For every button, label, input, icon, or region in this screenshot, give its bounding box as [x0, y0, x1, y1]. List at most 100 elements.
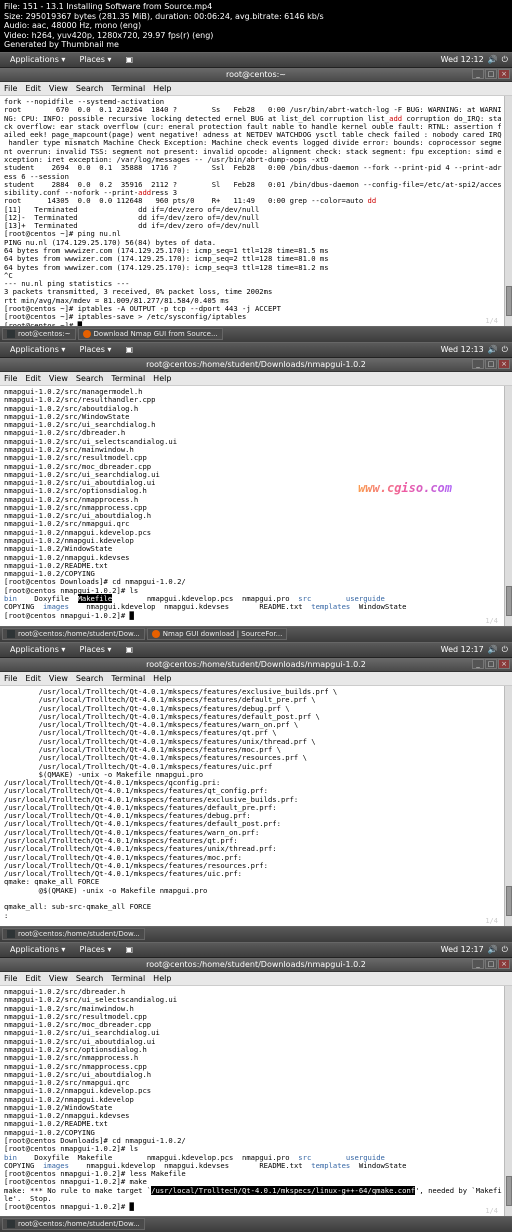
menu-terminal[interactable]: Terminal — [111, 374, 145, 383]
terminal-launcher[interactable]: ▣ — [119, 54, 141, 66]
titlebar-2[interactable]: root@centos:/home/student/Downloads/nmap… — [0, 358, 512, 372]
menu-terminal[interactable]: Terminal — [111, 974, 145, 983]
places-menu-4[interactable]: Places ▾ — [73, 944, 117, 955]
workspace-indicator-4: 1/4 — [485, 1207, 502, 1215]
menu-search[interactable]: Search — [76, 674, 103, 683]
scrollbar-2[interactable] — [504, 386, 512, 626]
titlebar-3[interactable]: root@centos:/home/student/Downloads/nmap… — [0, 658, 512, 672]
terminal-4[interactable]: nmapgui-1.0.2/src/dbreader.h nmapgui-1.0… — [0, 986, 512, 1216]
close-button[interactable]: × — [498, 359, 510, 369]
menu-view[interactable]: View — [49, 84, 68, 93]
vh-audio-lbl: Audio: — [4, 21, 29, 30]
menu-edit[interactable]: Edit — [25, 374, 41, 383]
apps-menu-3[interactable]: Applications ▾ — [4, 644, 71, 655]
terminal-icon — [7, 330, 15, 338]
power-icon[interactable]: ⏻ — [502, 55, 508, 65]
scrollbar-1[interactable] — [504, 96, 512, 326]
places-menu[interactable]: Places ▾ — [73, 54, 117, 66]
t2-output: nmapgui-1.0.2/src/managermodel.h nmapgui… — [4, 387, 186, 595]
terminal-1[interactable]: fork --nopidfile --systemd-activation ro… — [0, 96, 512, 326]
maximize-button[interactable]: □ — [485, 69, 497, 79]
terminal-3[interactable]: /usr/local/Trolltech/Qt-4.0.1/mkspecs/fe… — [0, 686, 512, 926]
menu-terminal[interactable]: Terminal — [111, 84, 145, 93]
firefox-icon — [83, 330, 91, 338]
maximize-button[interactable]: □ — [485, 959, 497, 969]
menu-help[interactable]: Help — [153, 674, 171, 683]
scrollbar-3[interactable] — [504, 686, 512, 926]
clock-2[interactable]: Wed 12:13 — [441, 345, 484, 354]
menu-terminal[interactable]: Terminal — [111, 674, 145, 683]
t2-prompt: [root@centos nmapgui-1.0.2]# █ — [4, 611, 134, 620]
top-panel-2: Applications ▾ Places ▾ ▣ Wed 12:13 🔊 ⏻ — [0, 342, 512, 358]
close-button[interactable]: × — [498, 959, 510, 969]
minimize-button[interactable]: _ — [472, 659, 484, 669]
menu-help[interactable]: Help — [153, 374, 171, 383]
task-terminal-4[interactable]: root@centos:/home/student/Dow... — [2, 1218, 145, 1230]
close-button[interactable]: × — [498, 659, 510, 669]
terminal-launcher-4[interactable]: ▣ — [119, 944, 139, 955]
minimize-button[interactable]: _ — [472, 959, 484, 969]
task-terminal-2[interactable]: root@centos:/home/student/Dow... — [2, 628, 145, 640]
menu-file[interactable]: File — [4, 974, 17, 983]
vh-gen: Generated by Thumbnail me — [4, 40, 508, 50]
terminal-icon — [7, 630, 15, 638]
menu-edit[interactable]: Edit — [25, 974, 41, 983]
task-terminal-3[interactable]: root@centos:/home/student/Dow... — [2, 928, 145, 940]
menu-view[interactable]: View — [49, 374, 68, 383]
scrollbar-4[interactable] — [504, 986, 512, 1216]
menu-file[interactable]: File — [4, 674, 17, 683]
places-menu-2[interactable]: Places ▾ — [73, 344, 117, 355]
menu-view[interactable]: View — [49, 974, 68, 983]
apps-menu-2[interactable]: Applications ▾ — [4, 344, 71, 355]
menu-search[interactable]: Search — [76, 84, 103, 93]
apps-menu-4[interactable]: Applications ▾ — [4, 944, 71, 955]
ls-templates: templates — [311, 602, 350, 611]
terminal-icon — [7, 930, 15, 938]
workspace-indicator-3: 1/4 — [485, 917, 502, 925]
maximize-button[interactable]: □ — [485, 359, 497, 369]
clock-1[interactable]: Wed 12:12 — [441, 55, 484, 64]
minimize-button[interactable]: _ — [472, 359, 484, 369]
volume-icon[interactable]: 🔊 — [488, 345, 498, 354]
minimize-button[interactable]: _ — [472, 69, 484, 79]
clock-3[interactable]: Wed 12:17 — [441, 645, 484, 654]
title-text-1: root@centos:~ — [226, 70, 286, 79]
taskbar-1: root@centos:~ Download Nmap GUI from Sou… — [0, 326, 512, 342]
menu-view[interactable]: View — [49, 674, 68, 683]
volume-icon[interactable]: 🔊 — [488, 645, 498, 654]
menu-search[interactable]: Search — [76, 374, 103, 383]
menu-help[interactable]: Help — [153, 974, 171, 983]
menu-search[interactable]: Search — [76, 974, 103, 983]
task-firefox-2[interactable]: Nmap GUI download | SourceFor... — [147, 628, 288, 640]
clock-4[interactable]: Wed 12:17 — [441, 945, 484, 954]
menu-file[interactable]: File — [4, 374, 17, 383]
vh-video-lbl: Video: — [4, 31, 29, 40]
titlebar-4[interactable]: root@centos:/home/student/Downloads/nmap… — [0, 958, 512, 972]
terminal-launcher-2[interactable]: ▣ — [119, 344, 139, 355]
vh-file: 151 - 13.1 Installing Software from Sour… — [23, 2, 213, 11]
t4-highlight-path: /usr/local/Trolltech/Qt-4.0.1/mkspecs/li… — [151, 1186, 415, 1195]
power-icon[interactable]: ⏻ — [502, 645, 508, 655]
menu-edit[interactable]: Edit — [25, 84, 41, 93]
apps-menu[interactable]: Applications ▾ — [4, 54, 71, 66]
volume-icon[interactable]: 🔊 — [488, 945, 498, 954]
menu-help[interactable]: Help — [153, 84, 171, 93]
close-button[interactable]: × — [498, 69, 510, 79]
ls-kses: nmapgui.kdevses — [164, 602, 229, 611]
power-icon[interactable]: ⏻ — [502, 345, 508, 355]
volume-icon[interactable]: 🔊 — [488, 55, 498, 64]
terminal-2[interactable]: nmapgui-1.0.2/src/managermodel.h nmapgui… — [0, 386, 512, 626]
task-terminal-1[interactable]: root@centos:~ — [2, 328, 76, 340]
vh-size: 295019367 bytes (281.35 MiB), duration: … — [26, 12, 324, 21]
titlebar-1[interactable]: root@centos:~ _ □ × — [0, 68, 512, 82]
menu-file[interactable]: File — [4, 84, 17, 93]
places-menu-3[interactable]: Places ▾ — [73, 644, 117, 655]
task-firefox-1[interactable]: Download Nmap GUI from Source... — [78, 328, 223, 340]
t4-output-top: nmapgui-1.0.2/src/dbreader.h nmapgui-1.0… — [4, 987, 186, 1153]
menu-edit[interactable]: Edit — [25, 674, 41, 683]
maximize-button[interactable]: □ — [485, 659, 497, 669]
top-panel-4: Applications ▾ Places ▾ ▣ Wed 12:17 🔊 ⏻ — [0, 942, 512, 958]
terminal-launcher-3[interactable]: ▣ — [119, 644, 139, 655]
taskbar-4: root@centos:/home/student/Dow... — [0, 1216, 512, 1232]
power-icon[interactable]: ⏻ — [502, 945, 508, 955]
